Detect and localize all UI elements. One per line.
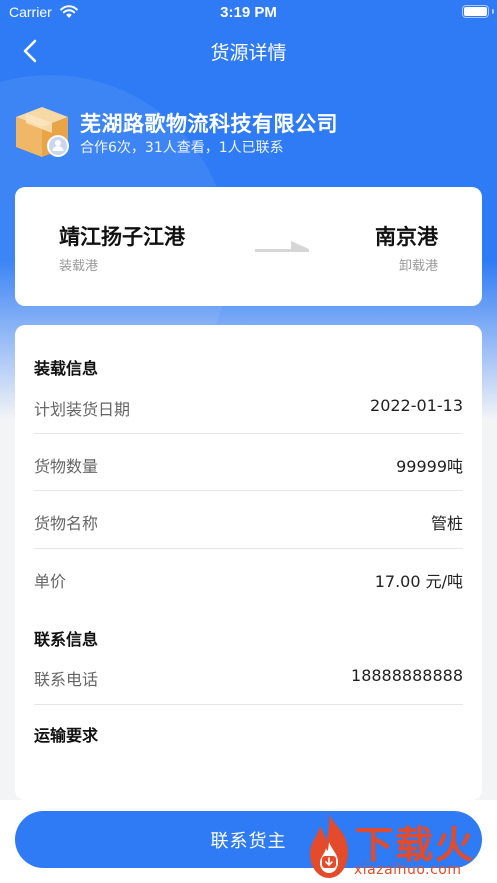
battery-icon bbox=[462, 5, 489, 18]
transport-requirements-title: 运输要求 bbox=[34, 726, 99, 745]
row-unit-price: 单价 17.00 元/吨 bbox=[34, 568, 463, 626]
loading-port-label: 装载港 bbox=[59, 259, 99, 274]
row-value: 2022-01-13 bbox=[370, 396, 463, 415]
row-label: 联系电话 bbox=[34, 670, 99, 689]
route-arrow-icon bbox=[255, 241, 309, 252]
row-contact-phone: 联系电话 18888888888 bbox=[34, 666, 463, 724]
fire-logo-icon bbox=[310, 814, 348, 878]
row-label: 货物名称 bbox=[34, 514, 99, 533]
row-planned-date: 计划装货日期 2022-01-13 bbox=[34, 396, 463, 454]
phone-number[interactable]: 18888888888 bbox=[351, 666, 463, 685]
watermark-text: 下载火 bbox=[355, 823, 476, 867]
divider bbox=[34, 490, 463, 491]
company-name: 芜湖路歌物流科技有限公司 bbox=[80, 112, 338, 136]
watermark-domain: xiazaihuo.com bbox=[354, 862, 462, 878]
loading-info-title: 装载信息 bbox=[34, 359, 99, 378]
cargo-box-icon bbox=[16, 107, 69, 157]
status-bar: Carrier 3:19 PM bbox=[0, 0, 497, 26]
unloading-port-label: 卸载港 bbox=[398, 259, 438, 274]
row-label: 计划装货日期 bbox=[34, 400, 131, 419]
row-cargo-quantity: 货物数量 99999吨 bbox=[34, 453, 463, 511]
row-label: 单价 bbox=[34, 572, 67, 591]
divider bbox=[34, 548, 463, 549]
clock: 3:19 PM bbox=[220, 4, 277, 21]
row-label: 货物数量 bbox=[34, 457, 99, 476]
row-value: 17.00 元/吨 bbox=[374, 572, 463, 591]
row-cargo-name: 货物名称 管桩 bbox=[34, 510, 463, 568]
divider bbox=[34, 433, 463, 434]
contact-info-title: 联系信息 bbox=[34, 630, 99, 649]
row-value: 管桩 bbox=[430, 514, 463, 533]
unloading-port-name: 南京港 bbox=[375, 225, 438, 249]
loading-port-name: 靖江扬子江港 bbox=[59, 225, 185, 249]
watermark: 下载火 xiazaihuo.com bbox=[300, 812, 492, 883]
row-value: 99999吨 bbox=[396, 457, 463, 476]
divider bbox=[34, 704, 463, 705]
route-card: 靖江扬子江港 装载港 南京港 卸载港 bbox=[15, 187, 482, 306]
detail-card: 装载信息 计划装货日期 2022-01-13 货物数量 99999吨 货物名称 … bbox=[15, 325, 482, 800]
company-stats: 合作6次，31人查看，1人已联系 bbox=[80, 140, 284, 156]
page-title: 货源详情 bbox=[210, 42, 287, 64]
